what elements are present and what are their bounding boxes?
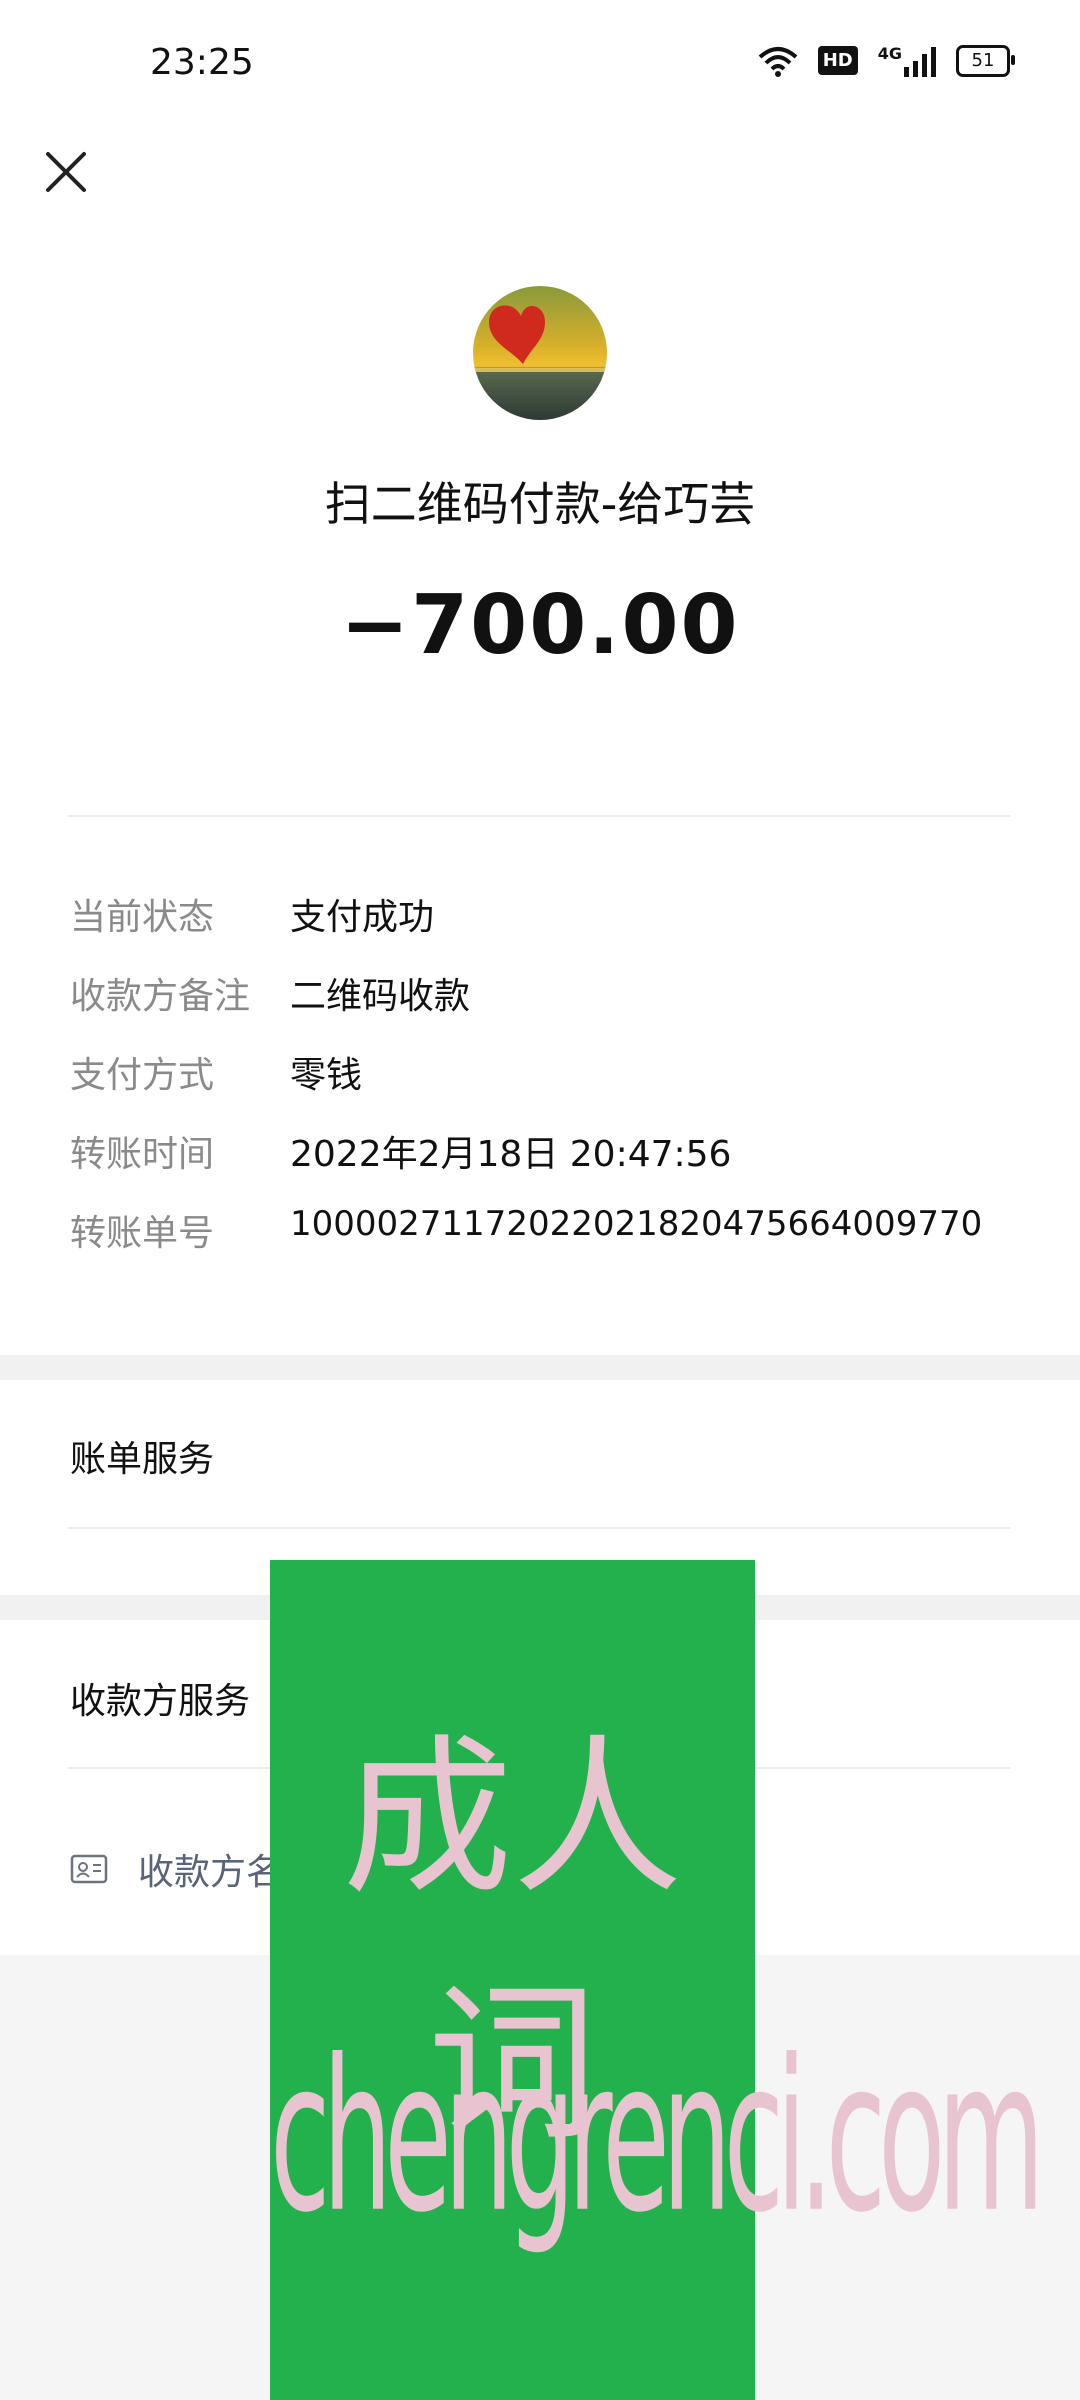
- divider: [68, 815, 1010, 817]
- close-button[interactable]: [42, 148, 90, 196]
- battery-icon: 51: [956, 44, 1015, 77]
- detail-value: 零钱: [290, 1055, 363, 1096]
- payee-name-label: 收款方名: [138, 1852, 283, 1893]
- detail-label: 支付方式: [70, 1055, 215, 1096]
- cellular-signal-icon: 4G: [878, 44, 936, 77]
- detail-label: 收款方备注: [70, 976, 251, 1017]
- avatar: [473, 286, 607, 420]
- watermark-overlay: 成人词 chengrenci.com: [270, 1560, 1045, 2400]
- network-type-label: 4G: [877, 44, 902, 63]
- watermark-en-text: chengrenci.com: [270, 2015, 1045, 2259]
- battery-level: 51: [971, 50, 995, 71]
- detail-value: 100002711720220218204756640097​70: [290, 1204, 983, 1244]
- payment-amount: −700.00: [340, 578, 740, 673]
- bill-service-item[interactable]: 账单服务: [70, 1430, 214, 1482]
- detail-label: 转账单号: [70, 1213, 215, 1254]
- detail-label: 转账时间: [70, 1134, 215, 1175]
- wifi-icon: [758, 46, 798, 77]
- detail-row-status: 当前状态 支付成功: [70, 888, 1010, 940]
- detail-value: 支付成功: [290, 897, 435, 938]
- section-gap: [0, 1355, 1080, 1380]
- detail-row-remark: 收款方备注 二维码收款: [70, 967, 1010, 1019]
- detail-row-transfer-time: 转账时间 2022年2月18日 20:47:56: [70, 1125, 1010, 1177]
- payee-name-item[interactable]: 收款方名: [70, 1843, 282, 1895]
- id-card-icon: [70, 1854, 108, 1884]
- payment-title: 扫二维码付款-给巧芸: [324, 477, 756, 531]
- detail-row-transfer-number: 转账单号 100002711720220218204756640097​70: [70, 1204, 1010, 1256]
- divider: [68, 1527, 1010, 1529]
- status-time: 23:25: [150, 42, 254, 83]
- status-icons: HD 4G 51: [758, 44, 1015, 77]
- detail-label: 当前状态: [70, 897, 215, 938]
- close-icon: [46, 152, 86, 192]
- detail-value: 二维码收款: [290, 976, 471, 1017]
- detail-value: 2022年2月18日 20:47:56: [290, 1134, 732, 1175]
- hd-icon: HD: [817, 46, 858, 75]
- payee-service-item[interactable]: 收款方服务: [70, 1672, 250, 1724]
- detail-row-payment-method: 支付方式 零钱: [70, 1046, 1010, 1098]
